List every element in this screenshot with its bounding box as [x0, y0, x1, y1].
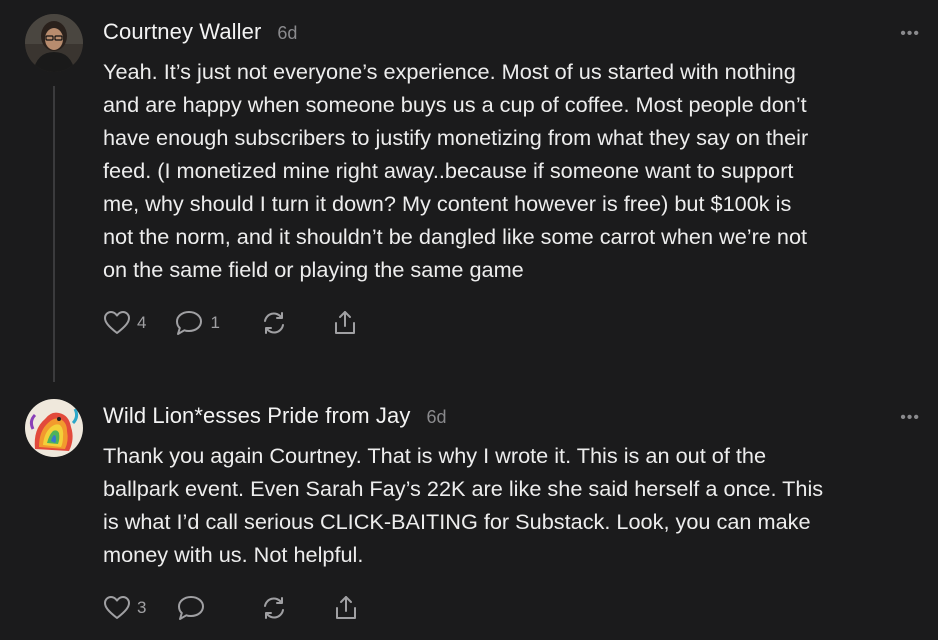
avatar[interactable]	[25, 399, 83, 457]
rainbow-lion-art-icon	[25, 399, 83, 457]
like-count: 3	[137, 598, 147, 617]
like-button[interactable]: 4	[103, 310, 146, 336]
like-button[interactable]: 3	[103, 595, 146, 621]
share-icon	[336, 596, 357, 619]
share-button[interactable]	[332, 594, 360, 622]
timestamp[interactable]: 6d	[426, 407, 446, 428]
timestamp[interactable]: 6d	[277, 23, 297, 44]
reply-button[interactable]: 1	[174, 309, 220, 337]
restack-arrows-icon	[263, 312, 284, 334]
more-options-icon[interactable]: •••	[900, 410, 920, 426]
share-button[interactable]	[331, 309, 359, 337]
avatar[interactable]	[25, 14, 83, 72]
comment-bubble-icon	[176, 311, 203, 335]
restack-button[interactable]	[260, 309, 288, 337]
more-options-icon[interactable]: •••	[900, 26, 920, 42]
comment-text: Yeah. It’s just not everyone’s experienc…	[103, 59, 809, 282]
thread-line	[53, 86, 55, 382]
comment-text: Thank you again Courtney. That is why I …	[103, 443, 824, 567]
share-icon	[334, 311, 355, 334]
heart-icon	[104, 311, 130, 334]
restack-button[interactable]	[260, 594, 288, 622]
author-name[interactable]: Wild Lion*esses Pride from Jay	[103, 403, 410, 429]
reply-count: 1	[210, 313, 220, 332]
like-count: 4	[137, 313, 147, 332]
comment-bubble-icon	[178, 596, 205, 620]
person-photo-icon	[25, 14, 83, 72]
reply-button[interactable]	[176, 594, 212, 622]
restack-arrows-icon	[264, 597, 285, 619]
author-name[interactable]: Courtney Waller	[103, 19, 261, 45]
heart-icon	[104, 596, 130, 619]
